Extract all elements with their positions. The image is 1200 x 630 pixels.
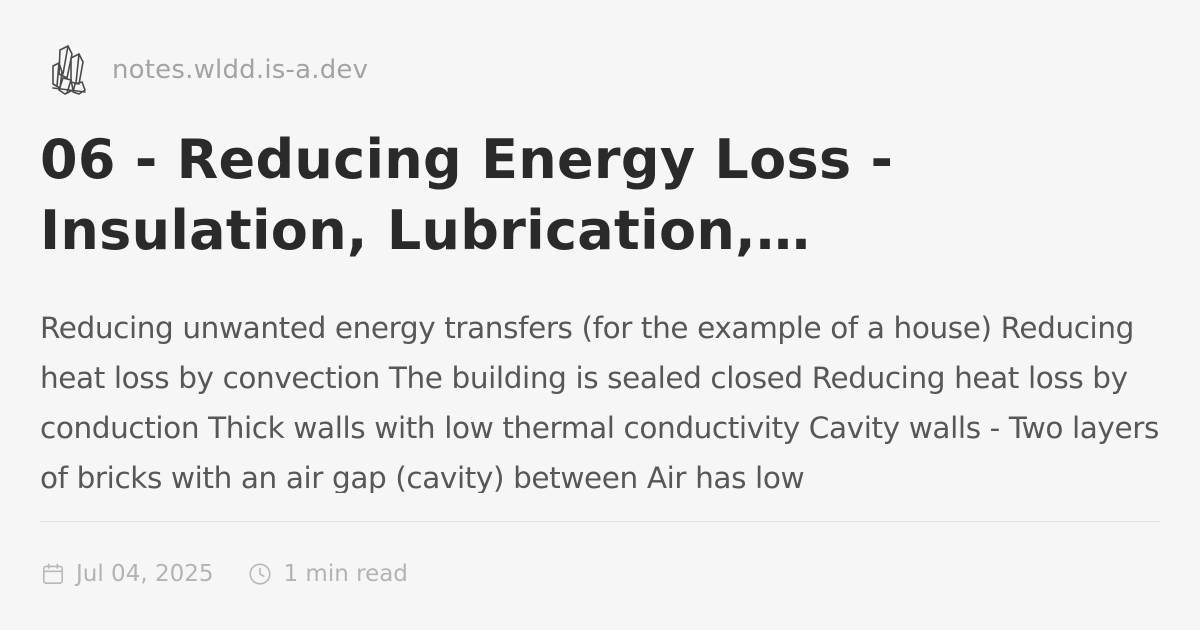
publish-date: Jul 04, 2025 — [40, 561, 213, 587]
read-time-text: 1 min read — [283, 561, 408, 587]
site-header[interactable]: notes.wldd.is-a.dev — [48, 40, 368, 100]
calendar-icon — [40, 561, 66, 587]
post-excerpt: Reducing unwanted energy transfers (for … — [40, 311, 1159, 493]
crystal-cluster-icon — [48, 42, 88, 98]
social-preview-card: notes.wldd.is-a.dev 06 - Reducing Energy… — [0, 0, 1200, 630]
read-time: 1 min read — [247, 561, 408, 587]
site-name[interactable]: notes.wldd.is-a.dev — [112, 55, 368, 85]
post-meta: Jul 04, 2025 1 min read — [40, 556, 408, 592]
divider — [40, 521, 1160, 522]
page-title: 06 - Reducing Energy Loss - Insulation, … — [40, 128, 894, 262]
publish-date-text: Jul 04, 2025 — [76, 561, 214, 587]
clock-icon — [247, 561, 273, 587]
